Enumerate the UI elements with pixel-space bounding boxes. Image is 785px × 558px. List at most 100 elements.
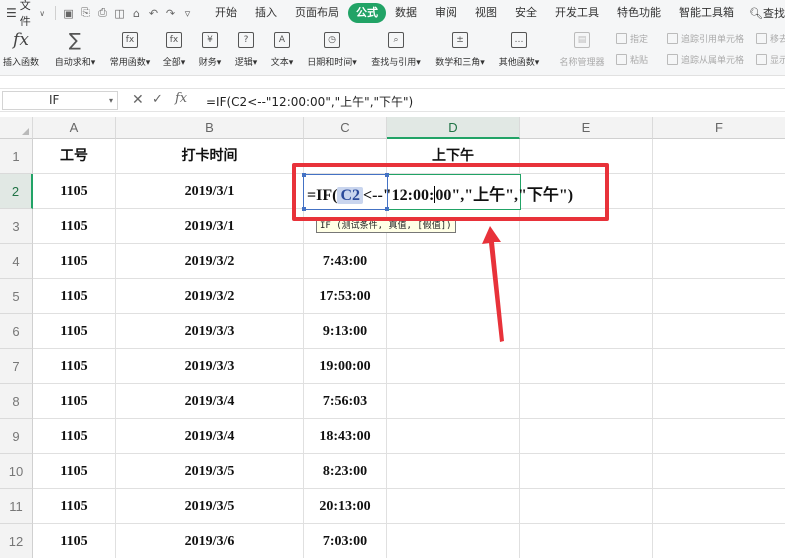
cell-C12[interactable]: 7:03:00 xyxy=(304,524,387,558)
search-button[interactable]: 🔍︎查找 xyxy=(749,5,785,21)
cell-F5[interactable] xyxy=(653,279,785,314)
save-icon[interactable]: ▣ xyxy=(60,7,77,20)
undo-icon[interactable]: ↶ xyxy=(145,7,162,20)
cell-E5[interactable] xyxy=(520,279,653,314)
cell-C9[interactable]: 18:43:00 xyxy=(304,419,387,454)
all-functions-button[interactable]: fx 全部▾ xyxy=(161,28,187,72)
cancel-icon[interactable]: ✕ xyxy=(132,92,144,108)
insert-function-button[interactable]: fx 插入函数 xyxy=(3,28,39,72)
cell-F9[interactable] xyxy=(653,419,785,454)
row-header[interactable]: 3 xyxy=(0,209,33,244)
cell-A1[interactable]: 工号 xyxy=(33,139,116,174)
cell-D8[interactable] xyxy=(387,384,520,419)
cell-F10[interactable] xyxy=(653,454,785,489)
math-trig-button[interactable]: ± 数学和三角▾ xyxy=(430,28,490,72)
cell-E8[interactable] xyxy=(520,384,653,419)
column-header-c[interactable]: C xyxy=(304,117,387,139)
cell-A6[interactable]: 1105 xyxy=(33,314,116,349)
cell-C11[interactable]: 20:13:00 xyxy=(304,489,387,524)
check-icon[interactable]: ✓ xyxy=(152,92,163,107)
formula-input[interactable]: =IF(C2<--"12:00:00","上午","下午") xyxy=(206,93,413,110)
show-formulas-button[interactable]: 显示 xyxy=(756,53,785,66)
tab-6[interactable]: 视图 xyxy=(466,3,506,23)
cell-B8[interactable]: 2019/3/4 xyxy=(116,384,304,419)
row-header[interactable]: 7 xyxy=(0,349,33,384)
row-header[interactable]: 1 xyxy=(0,139,33,174)
cell-C6[interactable]: 9:13:00 xyxy=(304,314,387,349)
cell-A7[interactable]: 1105 xyxy=(33,349,116,384)
cell-B9[interactable]: 2019/3/4 xyxy=(116,419,304,454)
finance-button[interactable]: ¥ 财务▾ xyxy=(195,28,225,72)
cell-B1[interactable]: 打卡时间 xyxy=(116,139,304,174)
cell-A11[interactable]: 1105 xyxy=(33,489,116,524)
column-header-f[interactable]: F xyxy=(653,117,785,139)
lookup-button[interactable]: ⌕ 查找与引用▾ xyxy=(368,28,424,72)
cell-A8[interactable]: 1105 xyxy=(33,384,116,419)
cell-B11[interactable]: 2019/3/5 xyxy=(116,489,304,524)
cell-A3[interactable]: 1105 xyxy=(33,209,116,244)
logic-button[interactable]: ? 逻辑▾ xyxy=(231,28,261,72)
cell-B4[interactable]: 2019/3/2 xyxy=(116,244,304,279)
row-header[interactable]: 2 xyxy=(0,174,33,209)
cell-B5[interactable]: 2019/3/2 xyxy=(116,279,304,314)
trace-precedents-button[interactable]: 追踪引用单元格 xyxy=(667,32,744,45)
tab-2[interactable]: 页面布局 xyxy=(286,3,348,23)
cell-E10[interactable] xyxy=(520,454,653,489)
define-name-button[interactable]: 指定 xyxy=(616,32,648,45)
date-time-button[interactable]: ◷ 日期和时间▾ xyxy=(302,28,362,72)
cell-D10[interactable] xyxy=(387,454,520,489)
row-header[interactable]: 4 xyxy=(0,244,33,279)
cell-B10[interactable]: 2019/3/5 xyxy=(116,454,304,489)
tab-3[interactable]: 公式 xyxy=(348,3,387,23)
name-box[interactable]: IF ▾ xyxy=(2,91,118,110)
cell-E6[interactable] xyxy=(520,314,653,349)
cell-F1[interactable] xyxy=(653,139,785,174)
cell-C7[interactable]: 19:00:00 xyxy=(304,349,387,384)
more-functions-button[interactable]: … 其他函数▾ xyxy=(494,28,544,72)
cell-F11[interactable] xyxy=(653,489,785,524)
row-header[interactable]: 9 xyxy=(0,419,33,454)
cell-F12[interactable] xyxy=(653,524,785,558)
row-header[interactable]: 8 xyxy=(0,384,33,419)
cell-D11[interactable] xyxy=(387,489,520,524)
fx-icon[interactable]: fx xyxy=(175,91,187,106)
column-header-d[interactable]: D xyxy=(387,117,520,139)
tab-7[interactable]: 安全 xyxy=(506,3,546,23)
tab-10[interactable]: 智能工具箱 xyxy=(670,3,743,23)
cell-A12[interactable]: 1105 xyxy=(33,524,116,558)
cell-C10[interactable]: 8:23:00 xyxy=(304,454,387,489)
cell-A2[interactable]: 1105 xyxy=(33,174,116,209)
cell-E7[interactable] xyxy=(520,349,653,384)
remove-arrows-button[interactable]: 移去 xyxy=(756,32,785,45)
column-header-a[interactable]: A xyxy=(33,117,116,139)
row-header[interactable]: 6 xyxy=(0,314,33,349)
tab-9[interactable]: 特色功能 xyxy=(608,3,670,23)
name-manager-button[interactable]: ▤ 名称管理器 xyxy=(556,28,608,72)
customize-icon[interactable]: ▿ xyxy=(179,7,196,20)
tab-4[interactable]: 数据 xyxy=(386,3,426,23)
cell-F3[interactable] xyxy=(653,209,785,244)
cell-C4[interactable]: 7:43:00 xyxy=(304,244,387,279)
row-header[interactable]: 12 xyxy=(0,524,33,558)
paste-name-button[interactable]: 粘贴 xyxy=(616,53,648,66)
preview-icon[interactable]: ◫ xyxy=(111,7,128,20)
cell-A4[interactable]: 1105 xyxy=(33,244,116,279)
autosum-button[interactable]: ∑ 自动求和▾ xyxy=(51,28,99,72)
cell-D9[interactable] xyxy=(387,419,520,454)
column-header-e[interactable]: E xyxy=(520,117,653,139)
cell-C5[interactable]: 17:53:00 xyxy=(304,279,387,314)
cell-F2[interactable] xyxy=(653,174,785,209)
cell-E4[interactable] xyxy=(520,244,653,279)
tab-8[interactable]: 开发工具 xyxy=(546,3,608,23)
trace-dependents-button[interactable]: 追踪从属单元格 xyxy=(667,53,744,66)
cell-D12[interactable] xyxy=(387,524,520,558)
text-button[interactable]: A 文本▾ xyxy=(267,28,297,72)
cell-E12[interactable] xyxy=(520,524,653,558)
cell-D7[interactable] xyxy=(387,349,520,384)
export-icon[interactable]: ⎘ xyxy=(77,6,94,20)
format-painter-icon[interactable]: ⌂ xyxy=(128,7,145,20)
row-header[interactable]: 10 xyxy=(0,454,33,489)
cell-B7[interactable]: 2019/3/3 xyxy=(116,349,304,384)
cell-A5[interactable]: 1105 xyxy=(33,279,116,314)
cell-E9[interactable] xyxy=(520,419,653,454)
